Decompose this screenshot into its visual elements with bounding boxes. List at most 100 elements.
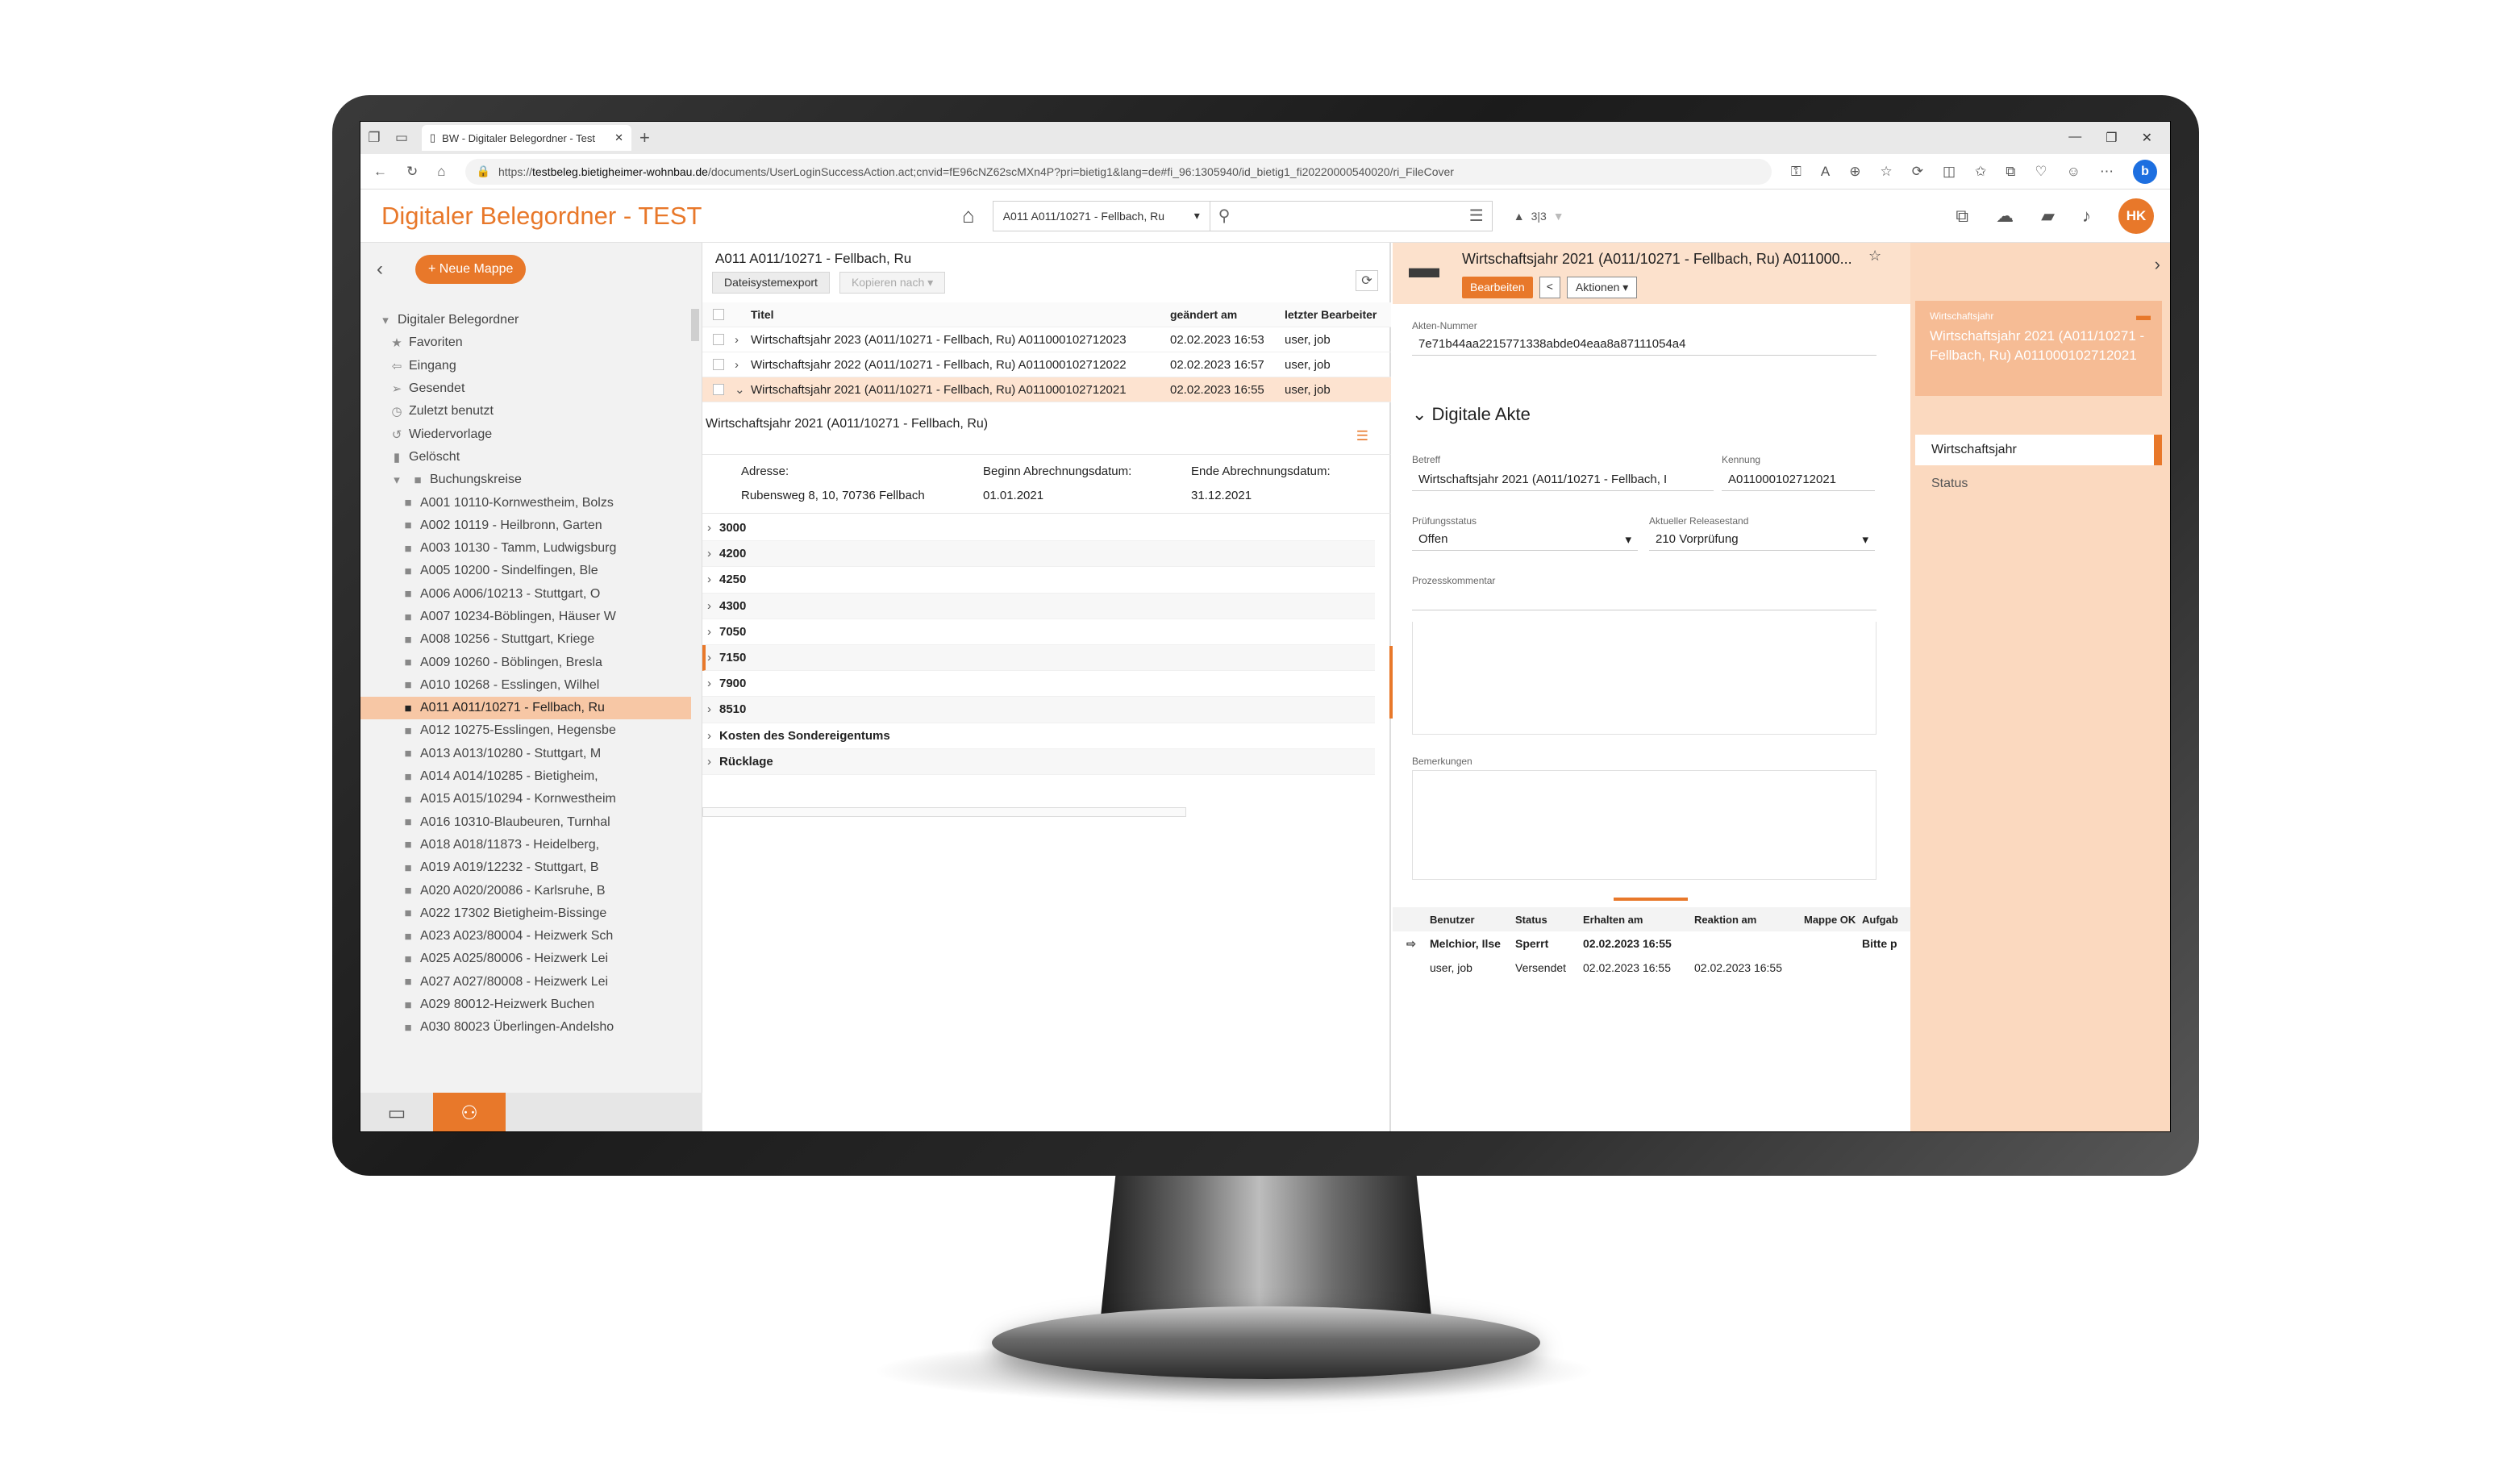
tree-item[interactable]: ▾ ■ Buchungskreise [360,469,691,491]
tree-item[interactable]: ■ A013 A013/10280 - Stuttgart, M [360,743,691,765]
home-icon[interactable]: ⌂ [437,164,445,180]
filter-settings-icon[interactable]: ☰ [1469,206,1484,226]
table-row[interactable]: user, job Versendet 02.02.2023 16:55 02.02.… [1393,956,1910,980]
users-col[interactable]: Mappe OK [1804,914,1862,926]
tree-item[interactable]: ◷ Zuletzt benutzt [360,400,691,423]
chevron-right-icon[interactable]: › [2155,254,2160,275]
folder-view-icon[interactable]: ▭ [360,1093,433,1131]
workspaces-icon[interactable]: ❐ [360,130,388,146]
group-row[interactable]: › 7150 [702,644,1375,672]
tree-item[interactable]: ■ A030 80023 Überlingen-Andelsho [360,1016,691,1039]
list-icon[interactable]: ☰ [1356,428,1368,444]
tree-item[interactable]: ⇦ Eingang [360,355,691,377]
expand-chevron-icon[interactable]: › [735,358,751,372]
extensions-icon[interactable]: ⟳ [1912,164,1923,180]
tree-item[interactable]: ■ A010 10268 - Esslingen, Wilhel [360,674,691,697]
favorite-star-icon[interactable]: ☆ [1880,164,1892,180]
copilot-icon[interactable]: b [2133,159,2157,184]
new-tab-icon[interactable]: + [639,127,650,148]
users-col[interactable]: Reaktion am [1694,914,1804,926]
bemerk-textarea[interactable] [1412,770,1876,880]
select-all-checkbox[interactable] [713,309,724,320]
tree-item[interactable]: ■ A003 10130 - Tamm, Ludwigsburg [360,537,691,560]
tree-item[interactable]: ■ A027 A027/80008 - Heizwerk Lei [360,971,691,994]
nav-item-status[interactable]: Status [1915,469,2162,499]
collections-icon[interactable]: ⧉ [2006,164,2015,180]
tree-item[interactable]: ■ A014 A014/10285 - Bietigheim, [360,765,691,788]
zoom-icon[interactable]: ⊕ [1849,164,1860,180]
tree-item[interactable]: ■ A023 A023/80004 - Heizwerk Sch [360,925,691,948]
users-col[interactable]: Benutzer [1430,914,1515,926]
current-file-card[interactable]: ▬ Wirtschaftsjahr Wirtschaftsjahr 2021 (… [1915,301,2162,396]
tree-item[interactable]: ■ A007 10234-Böblingen, Häuser W [360,606,691,628]
tree-item[interactable]: ■ A001 10110-Kornwestheim, Bolzs [360,491,691,514]
key-icon[interactable]: ⚿ [1791,164,1801,180]
minimize-icon[interactable]: — [2068,130,2081,146]
tree-item[interactable]: ★ Favoriten [360,331,691,354]
tree-item[interactable]: ■ A008 10256 - Stuttgart, Kriege [360,628,691,651]
pager-up-icon[interactable]: ▲ [1514,210,1525,223]
group-row[interactable]: › Kosten des Sondereigentums [702,723,1375,749]
export-button[interactable]: Dateisystemexport [712,272,830,294]
row-checkbox[interactable] [713,359,724,370]
tree-item[interactable]: ■ A002 10119 - Heilbronn, Garten [360,514,691,537]
col-changed[interactable]: geändert am [1170,308,1285,321]
sidebar-scrollbar[interactable] [691,309,699,341]
tab-actions-icon[interactable]: ▭ [388,130,415,146]
cloud-upload-icon[interactable]: ☁ [1996,206,2014,227]
read-aloud-icon[interactable]: A [1821,164,1830,180]
tree-item[interactable]: ▾ Digitaler Belegordner [360,309,691,331]
row-checkbox[interactable] [713,384,724,395]
address-bar[interactable]: 🔒 https://testbeleg.bietigheimer-wohnbau… [464,158,1772,185]
section-title[interactable]: ⌄ Digitale Akte [1412,404,1531,425]
home-icon[interactable]: ⌂ [962,203,975,228]
users-col[interactable]: Aufgab [1862,914,1910,926]
pruef-select[interactable]: Offen ▾ [1412,528,1638,551]
tree-item[interactable]: ➢ Gesendet [360,377,691,400]
back-arrow-icon[interactable]: ← [373,164,387,180]
row-checkbox[interactable] [713,334,724,345]
restore-icon[interactable]: ❐ [2106,130,2117,146]
col-title[interactable]: Titel [751,308,1170,321]
tree-item[interactable]: ■ A019 A019/12232 - Stuttgart, B [360,856,691,879]
group-row[interactable]: › Rücklage [702,748,1375,775]
prozess-field[interactable] [1412,588,1876,610]
group-row[interactable]: › 4300 [702,593,1375,619]
group-row[interactable]: › 4200 [702,541,1375,568]
kennung-field[interactable]: A011000102712021 [1722,469,1875,491]
actions-button[interactable]: Aktionen ▾ [1566,277,1638,298]
edit-button[interactable]: Bearbeiten [1462,277,1533,298]
betreff-field[interactable]: Wirtschaftsjahr 2021 (A011/10271 - Fellb… [1412,469,1714,491]
folder-select[interactable]: A011 A011/10271 - Fellbach, Ru ▾ [992,200,1210,231]
split-screen-icon[interactable]: ◫ [1943,164,1956,180]
chat-icon[interactable]: ▰ [2041,206,2055,227]
new-folder-button[interactable]: + Neue Mappe [415,255,527,284]
chevron-left-icon[interactable]: ‹ [377,258,383,281]
release-select[interactable]: 210 Vorprüfung ▾ [1649,528,1875,551]
tree-item[interactable]: ■ A018 A018/11873 - Heidelberg, [360,834,691,856]
tree-item[interactable]: ■ A006 A006/10213 - Stuttgart, O [360,583,691,606]
group-row[interactable]: › 7050 [702,619,1375,645]
horizontal-scrollbar[interactable] [702,807,1186,817]
table-row[interactable]: › Wirtschaftsjahr 2022 (A011/10271 - Fell… [702,352,1391,377]
tree-item[interactable]: ■ A005 10200 - Sindelfingen, Ble [360,560,691,582]
tree-item[interactable]: ■ A022 17302 Bietigheim-Bissinge [360,902,691,925]
table-row[interactable]: › Wirtschaftsjahr 2023 (A011/10271 - Fell… [702,327,1391,352]
users-col[interactable]: Erhalten am [1583,914,1694,926]
share-icon[interactable]: < [1539,277,1560,298]
col-editor[interactable]: letzter Bearbeiter [1285,308,1389,321]
profile-icon[interactable]: ☺ [2067,164,2081,180]
akten-field[interactable]: 7e71b44aa2215771338abde04eaa8a87111054a4 [1412,333,1876,356]
avatar[interactable]: HK [2118,198,2154,234]
table-row[interactable]: ⌄ Wirtschaftsjahr 2021 (A011/10271 - Fell… [702,377,1391,402]
tree-item[interactable]: ■ A016 10310-Blaubeuren, Turnhal [360,811,691,834]
users-col[interactable]: Status [1515,914,1583,926]
group-row[interactable]: › 8510 [702,697,1375,723]
table-row[interactable]: ⇨ Melchior, Ilse Sperrt 02.02.2023 16:55 Bit… [1393,931,1910,956]
close-window-icon[interactable]: ✕ [2142,130,2152,146]
group-row[interactable]: › 3000 [702,515,1375,542]
caret-down-icon[interactable]: ▾ [388,473,406,487]
tree-item[interactable]: ■ A020 A020/20086 - Karlsruhe, B [360,879,691,902]
tree-item[interactable]: ■ A029 80012-Heizwerk Buchen [360,994,691,1016]
expand-chevron-icon[interactable]: › [735,333,751,347]
